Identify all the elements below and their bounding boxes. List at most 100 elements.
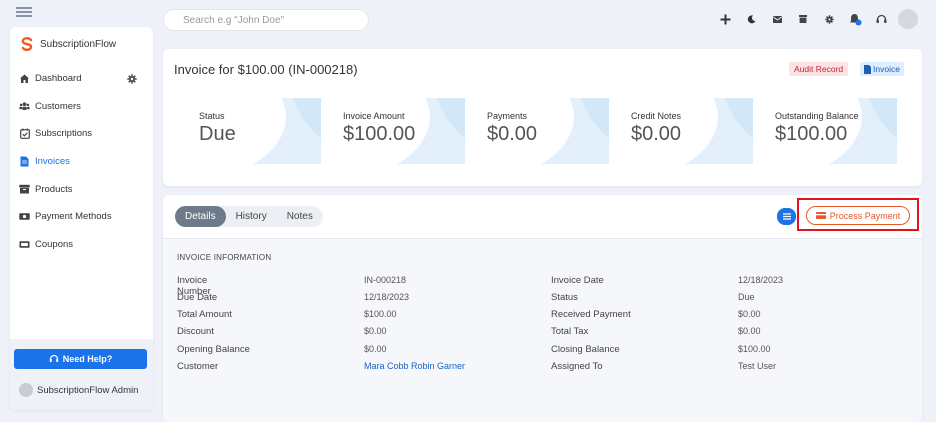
moon-icon[interactable] bbox=[738, 9, 764, 29]
stat-label: Invoice Amount bbox=[343, 111, 405, 121]
sidebar-item-products[interactable]: Products bbox=[10, 175, 153, 203]
info-label: Status bbox=[551, 292, 578, 303]
money-bill-icon bbox=[19, 211, 30, 222]
ticket-icon bbox=[19, 239, 30, 250]
users-icon bbox=[19, 101, 30, 112]
sidebar-item-label: Invoices bbox=[35, 156, 70, 168]
stat-invoice-amount: Invoice Amount $100.00 bbox=[333, 98, 477, 164]
stat-outstanding-balance: Outstanding Balance $100.00 bbox=[765, 98, 909, 164]
sidebar-item-payment-methods[interactable]: Payment Methods bbox=[10, 203, 153, 231]
info-value: 12/18/2023 bbox=[738, 275, 784, 285]
info-value: $0.00 bbox=[738, 326, 761, 336]
bell-icon[interactable] bbox=[842, 9, 868, 29]
tab-history[interactable]: History bbox=[226, 206, 277, 227]
sidebar-item-label: Subscriptions bbox=[35, 128, 93, 140]
info-value: $0.00 bbox=[364, 326, 387, 336]
info-value: $100.00 bbox=[738, 344, 771, 354]
stat-value: Due bbox=[199, 123, 236, 145]
subscriptionflow-logo-icon bbox=[21, 37, 33, 51]
avatar bbox=[19, 383, 33, 397]
info-value: IN-000218 bbox=[364, 275, 407, 285]
section-title: INVOICE INFORMATION bbox=[177, 253, 272, 262]
list-icon bbox=[782, 213, 791, 220]
stat-decoration bbox=[541, 98, 609, 164]
info-label: Total Tax bbox=[551, 326, 589, 337]
sidebar-item-label: Products bbox=[35, 183, 73, 195]
invoice-pdf-button[interactable]: Invoice bbox=[860, 62, 904, 76]
search-input[interactable]: Search e.g "John Doe" bbox=[163, 9, 369, 31]
support-headset-icon[interactable] bbox=[868, 9, 894, 29]
home-icon bbox=[19, 73, 30, 84]
stat-label: Status bbox=[199, 111, 225, 121]
invoice-summary-card: Invoice for $100.00 (IN-000218) Audit Re… bbox=[163, 49, 922, 186]
sidebar-item-dashboard[interactable]: Dashboard bbox=[10, 65, 153, 93]
info-label: Opening Balance bbox=[177, 344, 250, 355]
info-value: $100.00 bbox=[364, 309, 397, 319]
sidebar-item-label: Customers bbox=[35, 100, 81, 112]
stat-status: Status Due bbox=[189, 98, 333, 164]
document-icon bbox=[864, 64, 871, 74]
stats-row: Status Due Invoice Amount $100.00 Paymen… bbox=[189, 98, 909, 164]
info-label: Closing Balance bbox=[551, 344, 620, 355]
info-label: Customer bbox=[177, 361, 219, 372]
hamburger-menu-icon[interactable] bbox=[16, 7, 32, 17]
details-body bbox=[163, 238, 922, 422]
info-label: Discount bbox=[177, 326, 214, 337]
calendar-check-icon bbox=[19, 128, 30, 140]
stat-decoration bbox=[685, 98, 753, 164]
brand[interactable]: SubscriptionFlow bbox=[20, 37, 116, 51]
sidebar-item-subscriptions[interactable]: Subscriptions bbox=[10, 120, 153, 148]
info-value: $0.00 bbox=[364, 344, 387, 354]
stat-label: Outstanding Balance bbox=[775, 111, 859, 121]
tab-details[interactable]: Details bbox=[175, 206, 226, 227]
info-label: Received Payment bbox=[551, 309, 631, 320]
user-profile[interactable]: SubscriptionFlow Admin bbox=[19, 383, 138, 397]
sidebar-item-customers[interactable]: Customers bbox=[10, 93, 153, 121]
archive-box-icon bbox=[19, 184, 30, 195]
stat-value: $100.00 bbox=[343, 123, 416, 145]
audit-record-button[interactable]: Audit Record bbox=[789, 62, 849, 76]
invoice-button-label: Invoice bbox=[873, 64, 900, 74]
actions-menu-button[interactable] bbox=[777, 208, 796, 225]
sidebar-nav: Dashboard Customers Subscriptions Invoic… bbox=[10, 65, 153, 258]
info-value: Test User bbox=[738, 361, 777, 371]
stat-credit-notes: Credit Notes $0.00 bbox=[621, 98, 765, 164]
page-title: Invoice for $100.00 (IN-000218) bbox=[174, 62, 358, 77]
archive-icon[interactable] bbox=[790, 9, 816, 29]
stat-value: $100.00 bbox=[775, 123, 848, 145]
sidebar: SubscriptionFlow Dashboard Customers Sub… bbox=[10, 27, 153, 410]
stat-label: Credit Notes bbox=[631, 111, 682, 121]
info-label: Assigned To bbox=[551, 361, 603, 372]
info-value: Due bbox=[738, 292, 755, 302]
stat-payments: Payments $0.00 bbox=[477, 98, 621, 164]
need-help-button[interactable]: Need Help? bbox=[14, 349, 147, 369]
tab-notes[interactable]: Notes bbox=[277, 206, 323, 227]
info-label: Total Amount bbox=[177, 309, 232, 320]
user-avatar[interactable] bbox=[898, 9, 918, 29]
customer-link[interactable]: Mara Cobb Robin Garner bbox=[364, 361, 465, 371]
sidebar-item-coupons[interactable]: Coupons bbox=[10, 231, 153, 259]
sidebar-item-label: Coupons bbox=[35, 238, 74, 250]
invoice-icon bbox=[19, 156, 30, 167]
details-tabs: Details History Notes bbox=[175, 206, 323, 227]
headset-icon bbox=[49, 354, 58, 362]
info-value: 12/18/2023 bbox=[364, 292, 410, 302]
sidebar-item-label: Payment Methods bbox=[35, 211, 112, 223]
highlight-box bbox=[797, 198, 919, 231]
stat-label: Payments bbox=[487, 111, 528, 121]
stat-value: $0.00 bbox=[487, 123, 538, 145]
mail-icon[interactable] bbox=[764, 9, 790, 29]
sidebar-item-label: Dashboard bbox=[35, 73, 82, 85]
settings-gear-icon[interactable] bbox=[816, 9, 842, 29]
info-value: $0.00 bbox=[738, 309, 761, 319]
gear-icon[interactable] bbox=[127, 74, 137, 84]
plus-icon[interactable] bbox=[712, 9, 738, 29]
info-label: Invoice Date bbox=[551, 275, 604, 286]
need-help-label: Need Help? bbox=[62, 354, 113, 364]
stat-decoration bbox=[253, 98, 321, 164]
user-name: SubscriptionFlow Admin bbox=[37, 384, 139, 396]
stat-value: $0.00 bbox=[631, 123, 682, 145]
sidebar-item-invoices[interactable]: Invoices bbox=[10, 148, 153, 176]
brand-name: SubscriptionFlow bbox=[40, 38, 117, 50]
top-toolbar bbox=[712, 9, 918, 29]
